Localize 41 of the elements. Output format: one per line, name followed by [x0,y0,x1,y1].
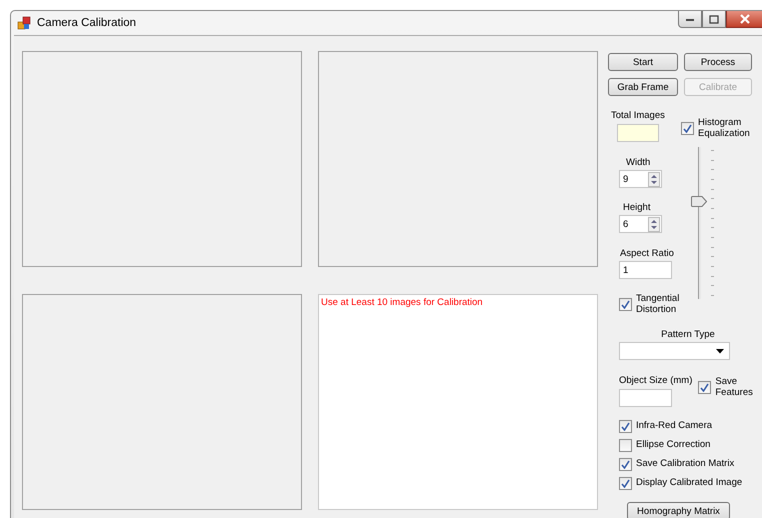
maximize-button[interactable] [702,11,726,28]
action-button[interactable]: Process [684,53,752,71]
checkbox-label: Ellipse Correction [636,439,710,450]
checkbox[interactable] [681,122,694,135]
checkbox-label: Tangential Distortion [636,293,680,315]
field-label: Width [626,157,650,168]
field-label: Total Images [611,110,665,121]
object-size-field[interactable] [619,389,672,407]
field-label: Height [623,202,650,213]
close-button[interactable] [726,11,762,28]
minimize-button[interactable] [678,11,702,28]
total-images-field[interactable] [617,124,659,142]
log-message: Use at Least 10 images for Calibration [321,297,483,308]
height-spinner[interactable]: 6 [619,215,662,233]
action-button[interactable]: Start [608,53,678,71]
checkbox-label: Display Calibrated Image [636,477,742,488]
field-label: Pattern Type [661,329,715,340]
field-label: Aspect Ratio [620,248,674,259]
log-textbox[interactable]: Use at Least 10 images for Calibration [318,294,598,510]
field-label: Object Size (mm) [619,375,692,386]
checkbox[interactable] [698,381,712,394]
checkbox[interactable] [619,420,632,433]
checkbox[interactable] [619,477,632,490]
maximize-icon [709,14,719,24]
app-icon [17,16,31,30]
checkbox-label: Infra-Red Camera [636,420,712,431]
checkbox-label: Save Calibration Matrix [636,458,734,469]
action-button[interactable]: Grab Frame [608,78,678,96]
checkbox[interactable] [619,458,632,471]
checkbox[interactable] [619,439,632,452]
slider-thumb[interactable] [691,196,707,207]
checkbox-label: Histogram Equalization [698,117,751,139]
dropdown-arrow-icon [716,348,724,354]
checkbox-label: Save Features [715,376,754,398]
close-icon [739,14,751,24]
homography-matrix-button[interactable]: Homography Matrix [627,502,730,518]
checkbox[interactable] [619,298,632,311]
window-title: Camera Calibration [37,17,136,29]
aspect-ratio-field[interactable]: 1 [619,261,672,279]
width-spinner[interactable]: 9 [619,170,662,188]
minimize-icon [685,16,695,22]
